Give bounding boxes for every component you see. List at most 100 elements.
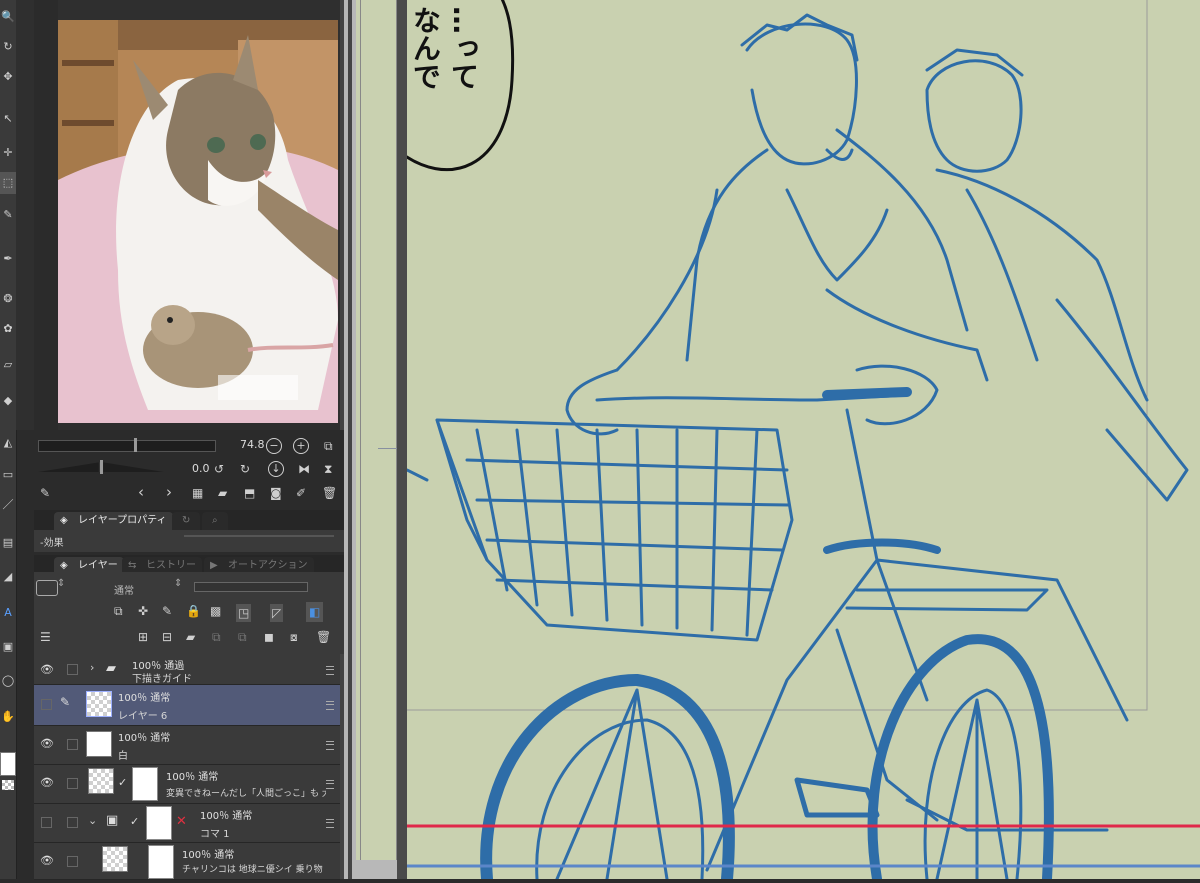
create-mask-icon[interactable]: ◼ (264, 630, 274, 644)
merge-down-icon[interactable]: ⧉ (238, 630, 247, 644)
layer-checkbox[interactable] (67, 778, 78, 789)
folder-expand-chevron-icon[interactable]: › (90, 661, 94, 674)
edit-icon[interactable]: ✐ (296, 486, 306, 500)
layer-row[interactable]: 👁 ✓ 100％ 通常 変異できねーんだし「人間ごっこ」も 大概に (34, 765, 340, 804)
eye-icon[interactable]: 👁 (40, 737, 54, 750)
new-vector-layer-icon[interactable]: ⊟ (162, 630, 172, 644)
layer-checkbox[interactable] (67, 739, 78, 750)
fit-window-icon[interactable]: ⧉ (324, 439, 333, 453)
flip-horizontal-icon[interactable]: ⧓ (298, 462, 310, 476)
blend-mode-chevron-icon[interactable]: ⇕ (174, 578, 182, 589)
draft-layer-icon[interactable]: ✎ (162, 604, 172, 618)
grid-view-icon[interactable]: ▦ (192, 486, 203, 500)
eye-icon[interactable]: 👁 (40, 663, 54, 676)
next-image-icon[interactable]: › (166, 485, 172, 500)
import-icon[interactable]: ⬒ (244, 486, 255, 500)
eyedropper-icon[interactable]: ✎ (40, 486, 50, 500)
new-raster-layer-icon[interactable]: ⊞ (138, 630, 148, 644)
zoom-slider[interactable] (38, 440, 216, 452)
tab-layer-property[interactable]: ◈ レイヤープロパティ (54, 512, 173, 530)
layer-row[interactable]: 👁 › ▰ 100％ 通過 下描きガイド (34, 654, 340, 685)
layer-checkbox[interactable] (41, 699, 52, 710)
zoom-slider-knob[interactable] (134, 438, 137, 452)
transfer-down-icon[interactable]: ⧉ (212, 630, 221, 644)
speech-bubble-text-2: なんで (409, 6, 442, 90)
eraser-tool-icon[interactable]: ▱ (0, 354, 16, 376)
rotate-tool-icon[interactable]: ↻ (0, 36, 16, 58)
ruler-enable-icon[interactable]: ◸ (270, 604, 284, 622)
zoom-out-icon[interactable]: − (266, 438, 282, 454)
reset-rotation-icon[interactable]: ↓ (268, 461, 284, 477)
tab-tool-property[interactable]: ↻ (172, 512, 201, 530)
prev-image-icon[interactable]: ‹ (138, 485, 144, 500)
lock-layer-icon[interactable]: 🔒 (186, 604, 201, 618)
rotate-right-icon[interactable]: ↻ (240, 462, 250, 476)
layer-row-selected[interactable]: ✎ 100％ 通常 レイヤー 6 (34, 685, 340, 726)
text-layer-thumbnail (102, 846, 128, 872)
blend-tool-icon[interactable]: ◆ (0, 390, 16, 412)
rotate-left-icon[interactable]: ↺ (214, 462, 224, 476)
layer-drag-handle-icon[interactable] (326, 819, 334, 828)
layer-checkbox[interactable] (67, 856, 78, 867)
frame-tool-icon[interactable]: ▤ (0, 532, 16, 554)
airbrush-tool-icon[interactable]: ❂ (0, 288, 16, 310)
layer-drag-handle-icon[interactable] (326, 741, 334, 750)
decoration-tool-icon[interactable]: ✿ (0, 318, 16, 340)
tab-history-label: ヒストリー (146, 560, 196, 571)
pen-tool-icon[interactable]: ✒ (0, 248, 16, 270)
layer-checkbox[interactable] (67, 817, 78, 828)
tab-search[interactable]: ⌕ (202, 512, 228, 530)
palette-color-box[interactable] (36, 580, 58, 596)
property-tabbar: ◈ レイヤープロパティ ↻ ⌕ (34, 510, 344, 530)
rotate-slider-knob[interactable] (100, 460, 103, 474)
opacity-slider[interactable] (194, 582, 308, 592)
ruler-tool-icon[interactable]: ◢ (0, 566, 16, 588)
layer-checkbox[interactable] (41, 817, 52, 828)
camera-icon[interactable]: ◙ (270, 486, 282, 500)
selection-tool-icon[interactable]: ⬚ (0, 172, 16, 194)
new-folder-icon[interactable]: ▰ (186, 630, 195, 644)
mask-enable-icon[interactable]: ◳ (236, 604, 252, 622)
operation-tool-icon[interactable]: ↖ (0, 108, 16, 130)
layer-menu-icon[interactable]: ☰ (40, 630, 51, 644)
layer-checkbox[interactable] (67, 664, 78, 675)
check-mark-icon: ✓ (130, 815, 140, 828)
flip-vertical-icon[interactable]: ⧗ (324, 462, 332, 476)
palette-color-arrows-icon[interactable]: ⇕ (57, 578, 65, 589)
layer-drag-handle-icon[interactable] (326, 666, 334, 675)
layer-move-tool-icon[interactable]: ✛ (0, 142, 16, 164)
folder-collapse-chevron-icon[interactable]: ⌄ (88, 814, 97, 827)
text-tool-icon[interactable]: A (0, 602, 16, 624)
eye-icon[interactable]: 👁 (40, 776, 54, 789)
eyedropper-tool-icon[interactable]: ✎ (0, 204, 16, 226)
fill-tool-icon[interactable]: ◭ (0, 432, 16, 454)
hand-tool-icon[interactable]: ✋ (0, 706, 16, 728)
zoom-tool-icon[interactable]: 🔍 (0, 6, 16, 28)
blend-mode-value[interactable]: 通常 (114, 582, 134, 597)
layer-drag-handle-icon[interactable] (326, 701, 334, 710)
layer-row[interactable]: 👁 100％ 通常 チャリンコは 地球ニ優シイ 乗り物 (34, 843, 340, 880)
canvas-scrollbar[interactable] (348, 0, 352, 879)
apply-mask-icon[interactable]: ⧇ (290, 630, 298, 644)
layer-color-icon[interactable]: ◧ (306, 602, 324, 622)
move-tool-icon[interactable]: ✥ (0, 66, 16, 88)
layer-opacity-mode: 100％ 通常 (182, 850, 235, 861)
lock-transparency-icon[interactable]: ▩ (210, 604, 221, 618)
trash-icon[interactable]: 🗑 (322, 486, 337, 500)
layer-row[interactable]: ⌄ ▣ ✓ ✕ 100％ 通常 コマ 1 (34, 804, 340, 843)
balloon-tool-icon[interactable]: ▣ (0, 636, 16, 658)
eye-icon[interactable]: 👁 (40, 854, 54, 867)
reference-layer-icon[interactable]: ✜ (138, 604, 148, 618)
layer-row[interactable]: 👁 100％ 通常 白 (34, 726, 340, 765)
main-color-swatch[interactable] (0, 752, 16, 776)
zoom-in-icon[interactable]: + (293, 438, 309, 454)
clip-layer-icon[interactable]: ⧉ (114, 604, 123, 618)
layer-drag-handle-icon[interactable] (326, 780, 334, 789)
gradient-tool-icon[interactable]: ▭ (0, 464, 16, 486)
figure-tool-icon[interactable]: ／ (0, 494, 16, 516)
manga-page-canvas[interactable]: …って なんで (346, 0, 1200, 883)
correction-tool-icon[interactable]: ◯ (0, 670, 16, 692)
transparent-color-swatch[interactable] (2, 780, 14, 790)
open-folder-icon[interactable]: ▰ (218, 486, 227, 500)
delete-layer-icon[interactable]: 🗑 (316, 630, 331, 644)
